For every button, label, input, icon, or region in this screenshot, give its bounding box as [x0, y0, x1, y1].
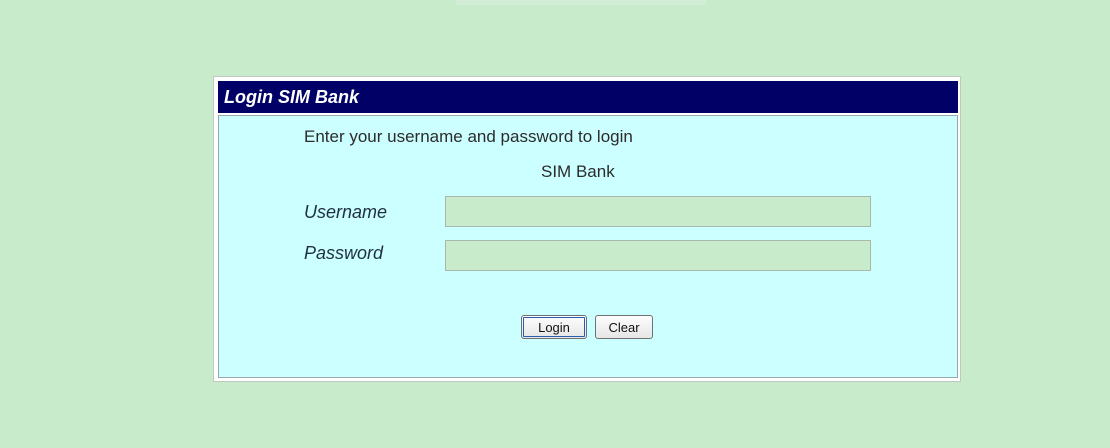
login-panel: Login SIM Bank Enter your username and p…: [213, 76, 961, 382]
username-field[interactable]: [445, 196, 871, 227]
login-subtitle: SIM Bank: [541, 162, 615, 181]
password-field[interactable]: [445, 240, 871, 271]
panel-title: Login SIM Bank: [218, 81, 958, 113]
login-button[interactable]: Login: [521, 315, 587, 339]
top-tab-strip: [456, 0, 706, 5]
username-label: Username: [304, 202, 388, 222]
password-label: Password: [304, 243, 384, 263]
login-form: Enter your username and password to logi…: [218, 115, 958, 378]
login-instruction: Enter your username and password to logi…: [304, 127, 633, 146]
clear-button[interactable]: Clear: [595, 315, 653, 339]
